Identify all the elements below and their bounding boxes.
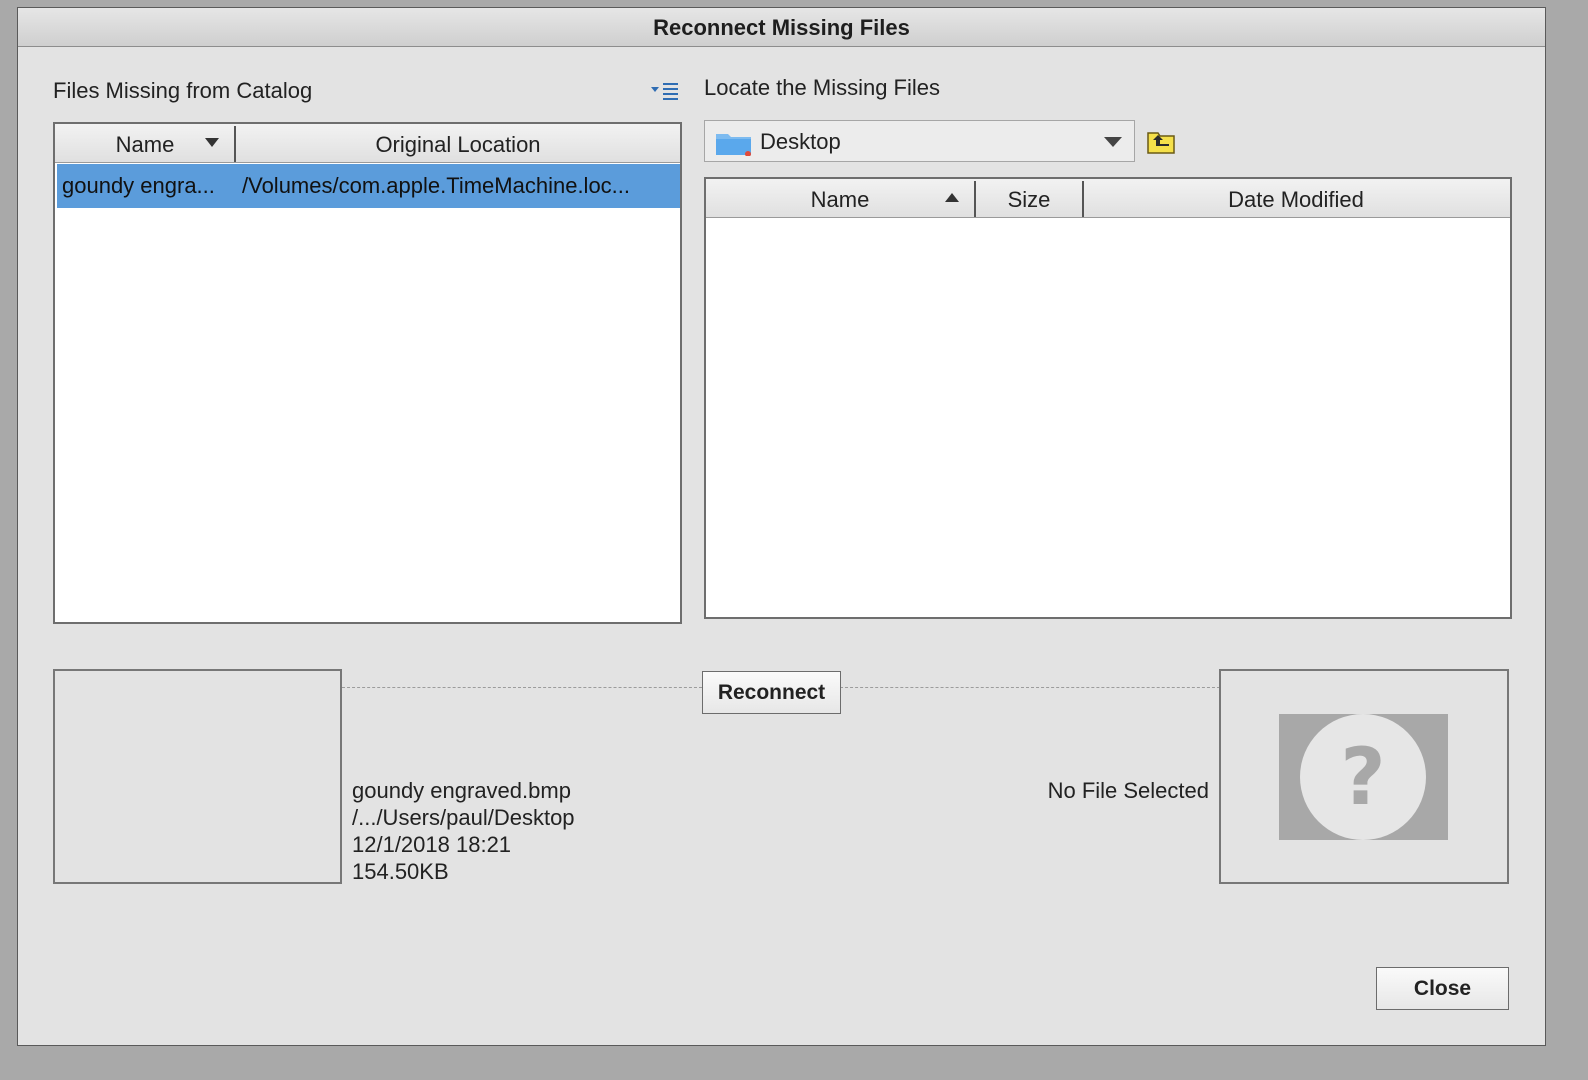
- column-header-date-label: Date Modified: [1228, 187, 1364, 212]
- column-header-size[interactable]: Size: [976, 179, 1082, 217]
- missing-files-header: Name Original Location: [55, 124, 680, 163]
- row-location-cell: /Volumes/com.apple.TimeMachine.loc...: [242, 173, 631, 198]
- connector-line: [342, 687, 702, 688]
- column-header-name-label: Name: [115, 132, 175, 157]
- folder-dropdown-value: Desktop: [760, 129, 841, 154]
- window-title: Reconnect Missing Files: [18, 8, 1545, 47]
- list-options-icon[interactable]: [650, 80, 680, 102]
- sort-descending-icon: [205, 138, 219, 147]
- reconnect-button[interactable]: Reconnect: [702, 671, 841, 714]
- locate-missing-label: Locate the Missing Files: [704, 75, 940, 100]
- connector-line: [840, 687, 1220, 688]
- folder-icon: [716, 134, 751, 156]
- locate-files-header: Name Size Date Modified: [706, 179, 1510, 218]
- no-file-selected-label: No File Selected: [1047, 778, 1209, 803]
- column-header-name[interactable]: Name: [706, 179, 974, 217]
- selected-file-size: 154.50KB: [352, 859, 449, 884]
- sort-ascending-icon: [945, 193, 959, 202]
- table-row[interactable]: goundy engra... /Volumes/com.apple.TimeM…: [57, 164, 680, 208]
- folder-dropdown[interactable]: Desktop: [704, 120, 1135, 162]
- selected-file-name: goundy engraved.bmp: [352, 778, 571, 803]
- missing-file-thumbnail: [53, 669, 342, 884]
- chevron-down-icon: [1104, 137, 1122, 147]
- question-mark-icon: ?: [1300, 714, 1426, 840]
- up-folder-icon[interactable]: [1146, 129, 1176, 155]
- missing-files-table: Name Original Location goundy engra... /…: [53, 122, 682, 624]
- reconnect-dialog: Reconnect Missing Files Files Missing fr…: [17, 7, 1546, 1046]
- column-header-location-label: Original Location: [375, 132, 541, 157]
- files-missing-label: Files Missing from Catalog: [53, 78, 313, 103]
- column-header-name-label: Name: [810, 187, 870, 212]
- question-mark-glyph: ?: [1340, 733, 1385, 823]
- column-header-size-label: Size: [1007, 187, 1051, 212]
- locate-files-table: Name Size Date Modified: [704, 177, 1512, 619]
- column-header-date-modified[interactable]: Date Modified: [1084, 179, 1508, 217]
- unknown-file-placeholder: ?: [1279, 714, 1448, 840]
- row-name-cell: goundy engra...: [62, 173, 215, 198]
- column-header-original-location[interactable]: Original Location: [236, 124, 680, 162]
- selected-file-date: 12/1/2018 18:21: [352, 832, 512, 857]
- close-button[interactable]: Close: [1376, 967, 1509, 1010]
- selected-file-path: /.../Users/paul/Desktop: [352, 805, 575, 830]
